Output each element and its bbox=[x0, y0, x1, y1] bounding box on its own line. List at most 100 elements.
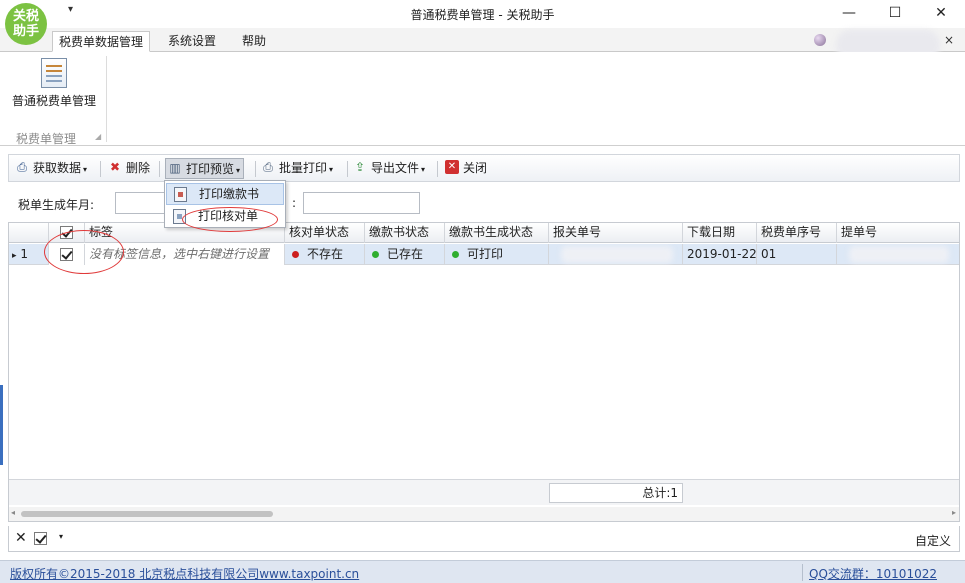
tax-month-input[interactable] bbox=[115, 192, 165, 214]
header-download-date[interactable]: 下载日期 bbox=[683, 223, 757, 243]
payment-document-icon bbox=[174, 187, 187, 202]
logo-text-line1: 关税 bbox=[12, 9, 39, 24]
delete-label: 删除 bbox=[126, 161, 151, 175]
batch-print-button[interactable]: ⎙ 批量打印 ▾ bbox=[259, 158, 333, 179]
toolbar-separator bbox=[159, 161, 160, 177]
close-label: 关闭 bbox=[463, 161, 488, 175]
filter-colon: : bbox=[292, 196, 297, 210]
tax-month-label: 税单生成年月: bbox=[18, 198, 95, 212]
close-window-button[interactable]: ✕ bbox=[918, 2, 964, 24]
header-gen-status[interactable]: 缴款书生成状态 bbox=[445, 223, 549, 243]
fetch-data-label: 获取数据 bbox=[33, 161, 82, 175]
export-file-icon: ⇪ bbox=[354, 160, 366, 174]
window-edge-strip bbox=[0, 385, 3, 465]
tab-system-settings[interactable]: 系统设置 bbox=[162, 31, 222, 52]
skin-icon[interactable] bbox=[814, 34, 826, 46]
scroll-right-icon[interactable]: ▸ bbox=[952, 508, 956, 517]
header-seq[interactable]: 税费单序号 bbox=[757, 223, 837, 243]
minimize-button[interactable]: — bbox=[826, 2, 872, 24]
red-status-icon bbox=[292, 251, 299, 258]
horizontal-scrollbar[interactable]: ◂ ▸ bbox=[9, 507, 959, 521]
document-icon bbox=[41, 58, 67, 88]
menu-item-print-check-list[interactable]: 打印核对单 bbox=[166, 206, 284, 228]
delete-button[interactable]: ✖ 删除 bbox=[106, 158, 150, 179]
check-list-icon bbox=[173, 209, 186, 224]
redacted-value bbox=[561, 246, 673, 263]
green-status-icon bbox=[372, 251, 379, 258]
ribbon-close-icon[interactable]: × bbox=[944, 33, 954, 47]
clear-filter-icon[interactable]: ✕ bbox=[15, 530, 27, 546]
bill-no-cell bbox=[837, 244, 959, 265]
header-check-status[interactable]: 核对单状态 bbox=[285, 223, 365, 243]
select-all-checkbox[interactable] bbox=[60, 226, 73, 239]
row-number: 1 bbox=[20, 247, 28, 261]
tag-cell[interactable]: 没有标签信息，选中右键进行设置 bbox=[85, 244, 285, 265]
ribbon-separator bbox=[106, 56, 107, 142]
redacted-value bbox=[849, 246, 949, 263]
batch-print-label: 批量打印 bbox=[279, 161, 328, 175]
chevron-down-icon: ▾ bbox=[329, 165, 334, 174]
maximize-button[interactable]: ☐ bbox=[872, 2, 918, 24]
export-file-label: 导出文件 bbox=[371, 161, 420, 175]
chevron-down-icon: ▾ bbox=[236, 166, 241, 175]
customize-filter-button[interactable]: 自定义 bbox=[915, 532, 951, 549]
total-count: 总计:1 bbox=[549, 483, 683, 503]
delete-icon: ✖ bbox=[109, 160, 121, 174]
title-bar: ▾ 普通税费单管理 - 关税助手 — ☐ ✕ bbox=[0, 0, 965, 28]
export-file-button[interactable]: ⇪ 导出文件 ▾ bbox=[351, 158, 425, 179]
header-select-all[interactable] bbox=[49, 223, 85, 243]
print-preview-button[interactable]: ▥ 打印预览 ▾ bbox=[165, 158, 245, 179]
window-title: 普通税费单管理 - 关税助手 bbox=[410, 8, 555, 22]
print-preview-label: 打印预览 bbox=[186, 162, 235, 176]
scroll-left-icon[interactable]: ◂ bbox=[11, 508, 15, 517]
app-logo[interactable]: 关税 助手 bbox=[5, 3, 47, 45]
declaration-no-cell bbox=[549, 244, 683, 265]
row-pointer-icon: ▸ bbox=[12, 251, 17, 261]
scroll-thumb[interactable] bbox=[21, 511, 273, 517]
chevron-down-icon: ▾ bbox=[83, 165, 88, 174]
close-icon: ✕ bbox=[445, 160, 459, 174]
tab-fee-data-management[interactable]: 税费单数据管理 bbox=[52, 31, 151, 52]
fetch-data-icon: ⎙ bbox=[17, 160, 27, 174]
status-bar: 版权所有©2015-2018 北京税点科技有限公司www.taxpoint.cn… bbox=[0, 560, 965, 583]
fee-data-grid: 标签 核对单状态 缴款书状态 缴款书生成状态 报关单号 下载日期 税费单序号 提… bbox=[8, 222, 960, 522]
row-checkbox[interactable] bbox=[60, 248, 73, 261]
header-declaration-no[interactable]: 报关单号 bbox=[549, 223, 683, 243]
header-bill-no[interactable]: 提单号 bbox=[837, 223, 959, 243]
download-date-cell: 2019-01-22 bbox=[683, 244, 757, 265]
chevron-down-icon: ▾ bbox=[421, 165, 426, 174]
normal-fee-management-button[interactable]: 普通税费单管理 bbox=[10, 56, 98, 116]
print-preview-menu: 打印缴款书 打印核对单 bbox=[164, 180, 286, 228]
enable-filter-checkbox[interactable] bbox=[34, 532, 47, 545]
qq-group-link[interactable]: QQ交流群：10101022 bbox=[809, 565, 937, 582]
toolbar-separator bbox=[255, 161, 256, 177]
menu-item-label: 打印核对单 bbox=[198, 209, 259, 223]
ribbon-button-label: 普通税费单管理 bbox=[11, 94, 96, 108]
header-payment-status[interactable]: 缴款书状态 bbox=[365, 223, 445, 243]
fetch-data-button[interactable]: ⎙ 获取数据 ▾ bbox=[13, 158, 87, 179]
check-status-text: 不存在 bbox=[307, 247, 344, 261]
grid-filter-bar: ✕ ▾ 自定义 bbox=[8, 526, 960, 552]
printer-icon: ⎙ bbox=[263, 160, 273, 174]
status-separator bbox=[802, 564, 803, 581]
menu-item-label: 打印缴款书 bbox=[199, 187, 260, 201]
toolbar-separator bbox=[100, 161, 101, 177]
close-button[interactable]: ✕ 关闭 bbox=[443, 158, 487, 179]
tab-help[interactable]: 帮助 bbox=[236, 31, 272, 52]
grid-header: 标签 核对单状态 缴款书状态 缴款书生成状态 报关单号 下载日期 税费单序号 提… bbox=[9, 223, 959, 243]
menu-item-print-payment[interactable]: 打印缴款书 bbox=[166, 183, 284, 205]
table-row[interactable]: ▸ 1 没有标签信息，选中右键进行设置 不存在 已存在 可打印 2019-01-… bbox=[9, 244, 959, 265]
row-select-cell[interactable] bbox=[49, 244, 85, 265]
filter-input-2[interactable] bbox=[303, 192, 420, 214]
ribbon-panel: 普通税费单管理 税费单管理 ◢ bbox=[0, 52, 965, 146]
chevron-down-icon[interactable]: ▾ bbox=[59, 532, 63, 541]
toolbar-separator bbox=[437, 161, 438, 177]
copyright-link[interactable]: 版权所有©2015-2018 北京税点科技有限公司www.taxpoint.cn bbox=[10, 565, 359, 582]
ribbon-group-label: 税费单管理 bbox=[16, 132, 77, 146]
check-status-cell: 不存在 bbox=[285, 244, 365, 265]
group-expand-icon[interactable]: ◢ bbox=[95, 132, 101, 141]
toolbar-separator bbox=[347, 161, 348, 177]
filter-panel: 税单生成年月: : bbox=[8, 182, 960, 222]
green-status-icon bbox=[452, 251, 459, 258]
seq-cell: 01 bbox=[757, 244, 837, 265]
